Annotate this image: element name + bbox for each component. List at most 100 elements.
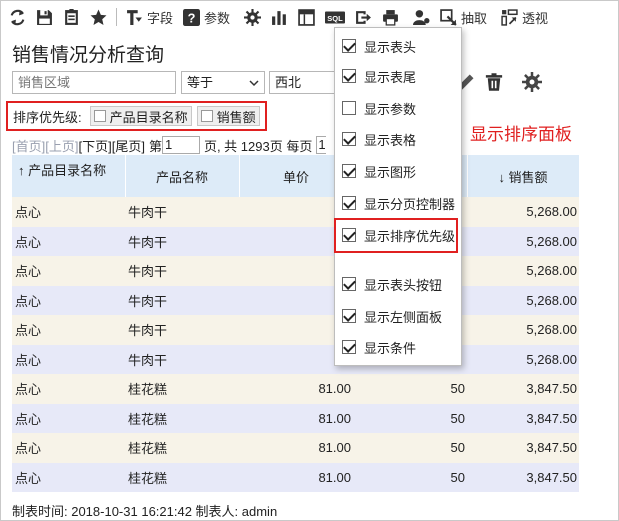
pager-last[interactable]: [尾页] bbox=[112, 136, 145, 155]
table-cell: 5,268.00 bbox=[467, 197, 579, 227]
table-cell: 点心 bbox=[12, 344, 125, 374]
refresh-button[interactable] bbox=[4, 4, 31, 30]
column-header[interactable]: ↑ 产品目录名称 bbox=[12, 155, 126, 197]
extract-icon bbox=[440, 8, 457, 26]
table-cell: 81.00 bbox=[239, 403, 353, 433]
export-icon bbox=[65, 8, 78, 25]
report-footer: 制表时间: 2018-10-31 16:21:42 制表人: admin bbox=[12, 504, 278, 519]
trash-icon[interactable] bbox=[484, 72, 504, 92]
print-icon bbox=[383, 9, 398, 26]
menu-item[interactable]: 显示条件 bbox=[335, 334, 461, 360]
menu-item[interactable]: 显示参数 bbox=[335, 95, 461, 121]
star-icon bbox=[90, 9, 107, 25]
table-row: 点心牛肉干435,268.00 bbox=[12, 285, 579, 315]
menu-item[interactable]: 显示分页控制器 bbox=[335, 190, 461, 216]
sql-icon: SQL bbox=[325, 11, 346, 23]
field-button[interactable]: 字段 bbox=[121, 4, 178, 30]
display-options-menu: 显示表头显示表尾显示参数显示表格显示图形显示分页控制器 显示排序优先级 显示表头按钮… bbox=[334, 27, 462, 366]
table-cell: 桂花糕 bbox=[125, 462, 239, 492]
table-cell: 点心 bbox=[12, 197, 125, 227]
table-cell: 桂花糕 bbox=[125, 433, 239, 463]
field-input[interactable] bbox=[12, 71, 176, 94]
checkbox[interactable] bbox=[342, 277, 356, 291]
table-cell: 点心 bbox=[12, 374, 125, 404]
pager-next[interactable]: [下页] bbox=[78, 136, 111, 155]
bar-chart-icon bbox=[272, 10, 286, 25]
table-cell: 桂花糕 bbox=[125, 403, 239, 433]
operator-select[interactable]: 等于 bbox=[181, 71, 265, 94]
per-page-input[interactable]: 1 bbox=[316, 136, 327, 154]
sort-priority-panel: 排序优先级: 产品目录名称 销售额 bbox=[6, 101, 267, 131]
table-cell: 50 bbox=[353, 433, 467, 463]
table-cell: 牛肉干 bbox=[125, 256, 239, 286]
menu-item-label: 显示参数 bbox=[364, 101, 417, 117]
value-input[interactable]: 西北 bbox=[269, 71, 337, 94]
table-cell: 81.00 bbox=[239, 374, 353, 404]
column-header[interactable]: ↓ 销售额 bbox=[467, 155, 580, 197]
sort-chip-label: 销售额 bbox=[216, 109, 256, 125]
table-row: 点心 桂花糕 81.00 50 3,847.50 bbox=[12, 403, 579, 433]
pager: [首页] [上页] [下页] [尾页] 第 1 页, 共 1293页 每页 1 bbox=[12, 135, 327, 155]
pager-total: 页, 共 1293页 每页 bbox=[203, 138, 313, 154]
table-cell: 50 bbox=[353, 403, 467, 433]
menu-item-label: 显示表尾 bbox=[364, 69, 417, 85]
page-number-input[interactable]: 1 bbox=[161, 136, 200, 154]
table-cell: 5,268.00 bbox=[467, 315, 579, 345]
export-button[interactable] bbox=[58, 4, 85, 30]
table-cell: 点心 bbox=[12, 256, 125, 286]
sort-chip-category[interactable]: 产品目录名称 bbox=[89, 106, 192, 126]
checkbox[interactable] bbox=[342, 196, 356, 210]
menu-item[interactable]: 显示排序优先级 bbox=[335, 222, 461, 248]
menu-item[interactable]: 显示左侧面板 bbox=[335, 303, 461, 329]
checkbox[interactable] bbox=[342, 69, 356, 83]
table-cell: 点心 bbox=[12, 226, 125, 256]
menu-item[interactable]: 显示表格 bbox=[335, 126, 461, 152]
checkbox[interactable] bbox=[342, 132, 356, 146]
checkbox[interactable] bbox=[342, 101, 356, 115]
gear-icon[interactable] bbox=[522, 72, 542, 92]
pager-prev[interactable]: [上页] bbox=[45, 136, 78, 155]
pivot-button[interactable]: 透视 bbox=[496, 4, 553, 30]
table-cell: 点心 bbox=[12, 315, 125, 345]
menu-item[interactable]: 显示表头按钮 bbox=[335, 271, 461, 297]
checkbox[interactable] bbox=[342, 39, 356, 53]
save-button[interactable] bbox=[31, 4, 58, 30]
chevron-down-icon bbox=[249, 79, 259, 86]
table-row: 点心牛肉干435,268.00 bbox=[12, 344, 579, 374]
table-cell: 81.00 bbox=[239, 433, 353, 463]
report-table: ↑ 产品目录名称 产品名称 单价 ↓ 销售额 点心牛肉干435,268.00点心… bbox=[12, 155, 580, 492]
table-cell: 3,847.50 bbox=[467, 433, 579, 463]
checkbox[interactable] bbox=[342, 228, 356, 242]
table-cell: 5,268.00 bbox=[467, 285, 579, 315]
menu-item-label: 显示图形 bbox=[364, 164, 417, 180]
table-row: 点心牛肉干435,268.00 bbox=[12, 226, 579, 256]
table-row: 点心牛肉干435,268.00 bbox=[12, 256, 579, 286]
svg-text:?: ? bbox=[188, 10, 196, 25]
pager-page-prefix: 第 bbox=[148, 138, 162, 154]
favorite-button[interactable] bbox=[85, 4, 112, 30]
table-cell: 3,847.50 bbox=[467, 374, 579, 404]
table-header-row: ↑ 产品目录名称 产品名称 单价 ↓ 销售额 bbox=[12, 155, 580, 197]
table-cell: 牛肉干 bbox=[125, 315, 239, 345]
column-header[interactable]: 产品名称 bbox=[125, 155, 240, 197]
menu-item[interactable]: 显示表尾 bbox=[335, 63, 461, 89]
settings-button[interactable] bbox=[239, 4, 266, 30]
pager-first[interactable]: [首页] bbox=[12, 136, 45, 155]
toolbar-separator bbox=[116, 8, 117, 26]
menu-item[interactable]: 显示图形 bbox=[335, 158, 461, 184]
user-icon bbox=[413, 9, 430, 25]
chart-button[interactable] bbox=[266, 4, 293, 30]
menu-item-label: 显示条件 bbox=[364, 340, 417, 356]
menu-item[interactable]: 显示表头 bbox=[335, 33, 461, 59]
extract-label: 抽取 bbox=[461, 10, 488, 26]
layout-button[interactable] bbox=[293, 4, 320, 30]
checkbox[interactable] bbox=[342, 309, 356, 323]
sort-chip-sales[interactable]: 销售额 bbox=[196, 106, 260, 126]
layout-icon bbox=[298, 8, 315, 26]
table-cell: 点心 bbox=[12, 285, 125, 315]
checkbox[interactable] bbox=[342, 340, 356, 354]
table-cell: 牛肉干 bbox=[125, 344, 239, 374]
param-button[interactable]: ? 参数 bbox=[178, 4, 235, 30]
checkbox[interactable] bbox=[342, 164, 356, 178]
pivot-label: 透视 bbox=[522, 10, 549, 26]
